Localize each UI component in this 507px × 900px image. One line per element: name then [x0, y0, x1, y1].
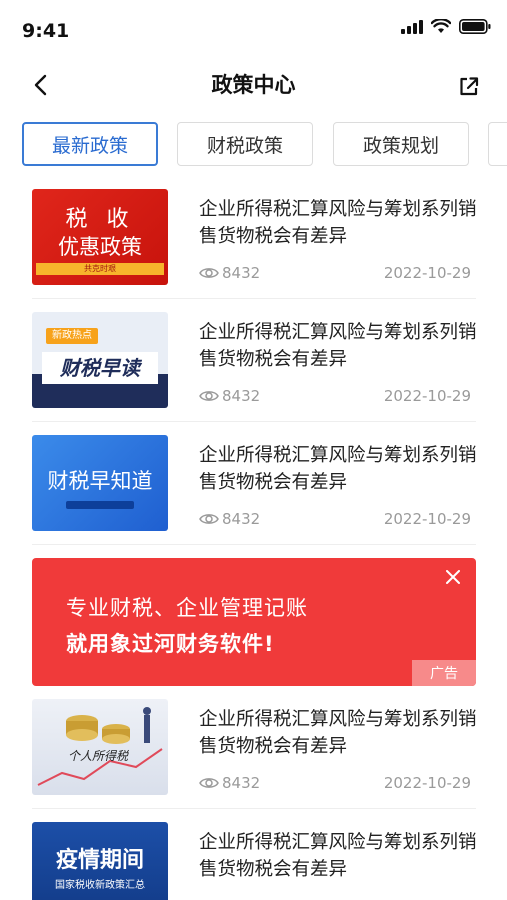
page-title: 政策中心	[211, 73, 296, 97]
article-thumbnail: 新政热点 财税早读	[32, 312, 168, 408]
article-thumbnail: 疫情期间 国家税收新政策汇总	[32, 822, 168, 900]
thumb-headline: 个人所得税	[68, 749, 129, 763]
eye-icon	[199, 778, 219, 788]
view-count-value: 8432	[222, 264, 261, 282]
signal-icon	[401, 19, 423, 34]
ad-tagline: 就用象过河财务软件!	[66, 632, 275, 656]
article-meta: 8432 2022-10-29	[199, 508, 471, 530]
eye-icon	[199, 514, 219, 524]
ad-banner[interactable]: 专业财税、企业管理记账 就用象过河财务软件! 广告	[32, 558, 476, 686]
article-thumbnail: 税 收 优惠政策 共克时艰	[32, 189, 168, 285]
article-title: 企业所得税汇算风险与筹划系列销售货物税会有差异	[199, 322, 477, 370]
thumb-subheadline: 优惠政策	[58, 235, 142, 259]
share-button[interactable]	[455, 72, 483, 100]
view-count-value: 8432	[222, 510, 261, 528]
status-time: 9:41	[22, 20, 70, 42]
article-meta: 8432 2022-10-29	[199, 385, 471, 407]
view-count: 8432	[199, 774, 260, 792]
view-count: 8432	[199, 387, 260, 405]
eye-icon	[199, 391, 219, 401]
view-count-value: 8432	[222, 774, 261, 792]
article-date: 2022-10-29	[383, 264, 471, 282]
view-count-value: 8432	[222, 387, 261, 405]
article-item[interactable]: 个人所得税 企业所得税汇算风险与筹划系列销售货物税会有差异 8432 2022-…	[32, 686, 477, 809]
share-icon	[460, 77, 479, 96]
wifi-icon	[431, 19, 451, 33]
article-meta: 8432 2022-10-29	[199, 772, 471, 794]
thumb-headline: 财税早知道	[47, 469, 153, 493]
article-item[interactable]: 新政热点 财税早读 企业所得税汇算风险与筹划系列销售货物税会有差异 8432 2…	[32, 299, 477, 422]
article-date: 2022-10-29	[383, 387, 471, 405]
battery-icon	[459, 19, 491, 34]
view-count: 8432	[199, 264, 260, 282]
article-thumbnail: 财税早知道	[32, 435, 168, 531]
tab-more[interactable]	[488, 122, 507, 166]
eye-icon	[199, 268, 219, 278]
thumb-subheadline: 国家税收新政策汇总	[55, 880, 145, 891]
article-meta: 8432 2022-10-29	[199, 262, 471, 284]
status-icons	[401, 19, 491, 34]
policy-tabs: 最新政策 财税政策 政策规划	[0, 122, 507, 168]
thumb-bar	[66, 501, 134, 509]
tab-latest-policy[interactable]: 最新政策	[22, 122, 158, 166]
ad-badge: 广告	[412, 660, 476, 686]
status-bar: 9:41	[0, 0, 507, 60]
view-count: 8432	[199, 510, 260, 528]
ad-headline: 专业财税、企业管理记账	[66, 596, 308, 620]
close-icon	[446, 570, 460, 584]
thumb-headline: 疫情期间	[55, 848, 144, 873]
article-title: 企业所得税汇算风险与筹划系列销售货物税会有差异	[199, 445, 477, 493]
article-date: 2022-10-29	[383, 774, 471, 792]
article-date: 2022-10-29	[383, 510, 471, 528]
nav-bar: 政策中心	[0, 60, 507, 110]
article-item[interactable]: 税 收 优惠政策 共克时艰 企业所得税汇算风险与筹划系列销售货物税会有差异 84…	[32, 176, 477, 299]
article-title: 企业所得税汇算风险与筹划系列销售货物税会有差异	[199, 199, 477, 247]
tab-tax-policy[interactable]: 财税政策	[177, 122, 313, 166]
thumb-headline: 财税早读	[42, 352, 158, 384]
article-item[interactable]: 财税早知道 企业所得税汇算风险与筹划系列销售货物税会有差异 8432 2022-…	[32, 422, 477, 545]
tab-policy-planning[interactable]: 政策规划	[333, 122, 469, 166]
article-title: 企业所得税汇算风险与筹划系列销售货物税会有差异	[199, 709, 477, 757]
article-thumbnail: 个人所得税	[32, 699, 168, 795]
thumb-banner: 共克时艰	[36, 263, 164, 275]
article-title: 企业所得税汇算风险与筹划系列销售货物税会有差异	[199, 832, 477, 880]
thumb-tag: 新政热点	[46, 328, 98, 344]
article-meta: 8432 2022-10-29	[199, 895, 471, 900]
article-item[interactable]: 疫情期间 国家税收新政策汇总 企业所得税汇算风险与筹划系列销售货物税会有差异 8…	[32, 809, 477, 900]
thumb-headline: 税 收	[65, 207, 135, 232]
ad-close-button[interactable]	[442, 566, 464, 588]
